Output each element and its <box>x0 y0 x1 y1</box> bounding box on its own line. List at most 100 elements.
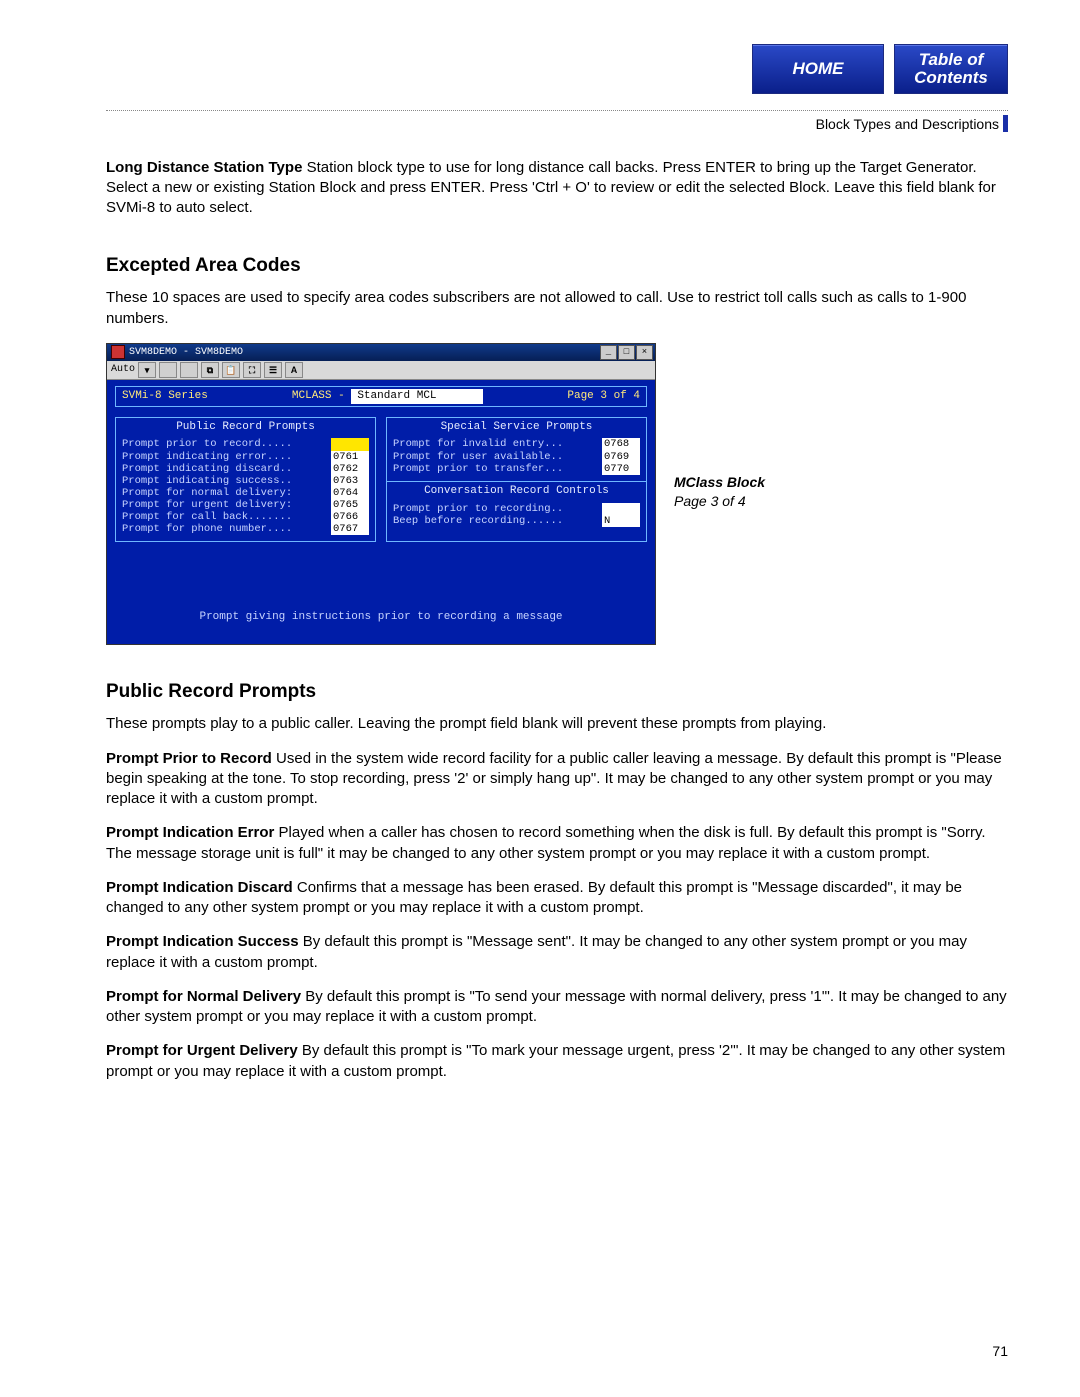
toolbar-fullscreen-icon[interactable]: ⛶ <box>243 362 261 378</box>
terminal-header-mid-value[interactable]: Standard MCL <box>351 389 483 404</box>
prompt-label: Prompt indicating error.... <box>122 451 292 463</box>
prompt-value-field[interactable]: 0770 <box>602 463 640 475</box>
definition-term: Prompt Prior to Record <box>106 750 272 767</box>
prompt-label: Prompt prior to transfer... <box>393 463 563 475</box>
section-text-excepted: These 10 spaces are used to specify area… <box>106 288 1008 329</box>
toc-line2: Contents <box>914 69 988 87</box>
definition-term: Prompt for Normal Delivery <box>106 988 301 1005</box>
toolbar-btn-1[interactable] <box>159 362 177 378</box>
prompt-row: Prompt prior to recording.. <box>393 503 640 515</box>
figure-caption: MClass Block Page 3 of 4 <box>674 343 765 511</box>
left-panel: Public Record Prompts Prompt prior to re… <box>115 417 376 542</box>
prompt-value-field[interactable] <box>602 503 640 515</box>
definition-term: Prompt Indication Success <box>106 933 299 950</box>
terminal-window: SVM8DEMO - SVM8DEMO _ □ × Auto ▾ ⧉ 📋 ⛶ ☰… <box>106 343 656 645</box>
definition-paragraph: Prompt Indication Success By default thi… <box>106 932 1008 973</box>
left-panel-title: Public Record Prompts <box>116 418 375 439</box>
prompt-value-field[interactable]: 0768 <box>602 438 640 450</box>
toc-button[interactable]: Table of Contents <box>894 44 1008 94</box>
right-panel: Special Service Prompts Prompt for inval… <box>386 417 647 542</box>
toolbar-copy-icon[interactable]: ⧉ <box>201 362 219 378</box>
prompt-row: Prompt prior to record..... <box>122 438 369 450</box>
toolbar-btn-2[interactable] <box>180 362 198 378</box>
definition-term: Prompt for Urgent Delivery <box>106 1042 298 1059</box>
right-panel-list: Prompt for invalid entry...0768Prompt fo… <box>387 438 646 474</box>
definition-term: Prompt Indication Error <box>106 824 274 841</box>
definition-paragraph: Prompt Prior to Record Used in the syste… <box>106 749 1008 810</box>
prompt-row: Prompt indicating success.. 0763 <box>122 475 369 487</box>
prompt-row: Beep before recording...... N <box>393 515 640 527</box>
prompt-row: Prompt for phone number.... 0767 <box>122 523 369 535</box>
breadcrumb: Block Types and Descriptions <box>106 115 1008 134</box>
prompt-label: Prompt for phone number.... <box>122 523 292 535</box>
home-button[interactable]: HOME <box>752 44 884 94</box>
toolbar-dropdown-icon[interactable]: ▾ <box>138 362 156 378</box>
prompt-value-field[interactable]: 0762 <box>331 463 369 475</box>
figure-row: SVM8DEMO - SVM8DEMO _ □ × Auto ▾ ⧉ 📋 ⛶ ☰… <box>106 343 1008 645</box>
divider <box>106 110 1008 111</box>
maximize-button[interactable]: □ <box>618 345 635 360</box>
prompt-value-field[interactable]: 0761 <box>331 451 369 463</box>
definitions-list: Prompt Prior to Record Used in the syste… <box>106 749 1008 1082</box>
prompt-value-field[interactable]: 0769 <box>602 451 640 463</box>
toolbar-props-icon[interactable]: ☰ <box>264 362 282 378</box>
terminal-header-right: Page 3 of 4 <box>567 389 640 404</box>
prompt-label: Prompt indicating success.. <box>122 475 292 487</box>
left-panel-list: Prompt prior to record.....Prompt indica… <box>116 438 375 535</box>
section-title-excepted: Excepted Area Codes <box>106 253 1008 279</box>
terminal-header-row: SVMi-8 Series MCLASS - Standard MCL Page… <box>115 386 647 407</box>
prompt-value-field[interactable]: 0767 <box>331 523 369 535</box>
close-button[interactable]: × <box>636 345 653 360</box>
right-subpanel: Conversation Record Controls Prompt prio… <box>387 481 646 527</box>
definition-paragraph: Prompt for Normal Delivery By default th… <box>106 987 1008 1028</box>
page-number: 71 <box>992 1342 1008 1361</box>
toolbar-auto-label: Auto <box>111 363 135 377</box>
window-titlebar: SVM8DEMO - SVM8DEMO _ □ × <box>107 344 655 361</box>
prompt-label: Prompt for normal delivery: <box>122 487 292 499</box>
definition-paragraph: Prompt Indication Discard Confirms that … <box>106 878 1008 919</box>
prompt-value-field[interactable]: 0765 <box>331 499 369 511</box>
terminal-status: Prompt giving instructions prior to reco… <box>115 542 647 625</box>
toc-line1: Table of <box>919 51 984 69</box>
prompt-label: Prompt indicating discard.. <box>122 463 292 475</box>
prompt-row: Prompt for call back.......0766 <box>122 511 369 523</box>
terminal-panels: Public Record Prompts Prompt prior to re… <box>115 417 647 542</box>
prompt-value-field[interactable]: 0763 <box>331 475 369 487</box>
window-title: SVM8DEMO - SVM8DEMO <box>129 346 243 360</box>
window-toolbar: Auto ▾ ⧉ 📋 ⛶ ☰ A <box>107 361 655 380</box>
figure-caption-line1: MClass Block <box>674 473 765 492</box>
figure-caption-line2: Page 3 of 4 <box>674 492 765 511</box>
right-subpanel-list: Prompt prior to recording..Beep before r… <box>387 503 646 527</box>
definition-paragraph: Prompt for Urgent Delivery By default th… <box>106 1041 1008 1082</box>
prompt-row: Prompt for normal delivery: 0764 <box>122 487 369 499</box>
section-title-public: Public Record Prompts <box>106 679 1008 705</box>
prompt-row: Prompt for invalid entry... 0768 <box>393 438 640 450</box>
right-panel-title: Special Service Prompts <box>387 418 646 439</box>
prompt-value-field[interactable]: N <box>602 515 640 527</box>
prompt-value-field[interactable]: 0764 <box>331 487 369 499</box>
prompt-value-field[interactable] <box>331 438 369 450</box>
prompt-row: Prompt for urgent delivery:0765 <box>122 499 369 511</box>
toolbar-font-icon[interactable]: A <box>285 362 303 378</box>
prompt-row: Prompt indicating error.... 0761 <box>122 451 369 463</box>
prompt-label: Prompt for user available.. <box>393 451 563 463</box>
terminal-header-mid-label: MCLASS - <box>292 390 351 402</box>
prompt-row: Prompt for user available.. 0769 <box>393 451 640 463</box>
minimize-button[interactable]: _ <box>600 345 617 360</box>
prompt-label: Beep before recording...... <box>393 515 563 527</box>
app-icon <box>111 345 125 359</box>
breadcrumb-text: Block Types and Descriptions <box>816 116 999 132</box>
section-lead-public: These prompts play to a public caller. L… <box>106 714 1008 734</box>
terminal-header-left: SVMi-8 Series <box>122 389 208 404</box>
prompt-label: Prompt for invalid entry... <box>393 438 563 450</box>
prompt-label: Prompt prior to recording.. <box>393 503 563 515</box>
right-subpanel-title: Conversation Record Controls <box>387 482 646 503</box>
window-buttons: _ □ × <box>600 345 653 360</box>
intro-paragraph: Long Distance Station Type Station block… <box>106 158 1008 219</box>
prompt-row: Prompt prior to transfer... 0770 <box>393 463 640 475</box>
terminal-header-mid: MCLASS - Standard MCL <box>292 389 483 404</box>
prompt-value-field[interactable]: 0766 <box>331 511 369 523</box>
toolbar-paste-icon[interactable]: 📋 <box>222 362 240 378</box>
intro-term: Long Distance Station Type <box>106 159 302 176</box>
home-button-label: HOME <box>793 60 844 78</box>
